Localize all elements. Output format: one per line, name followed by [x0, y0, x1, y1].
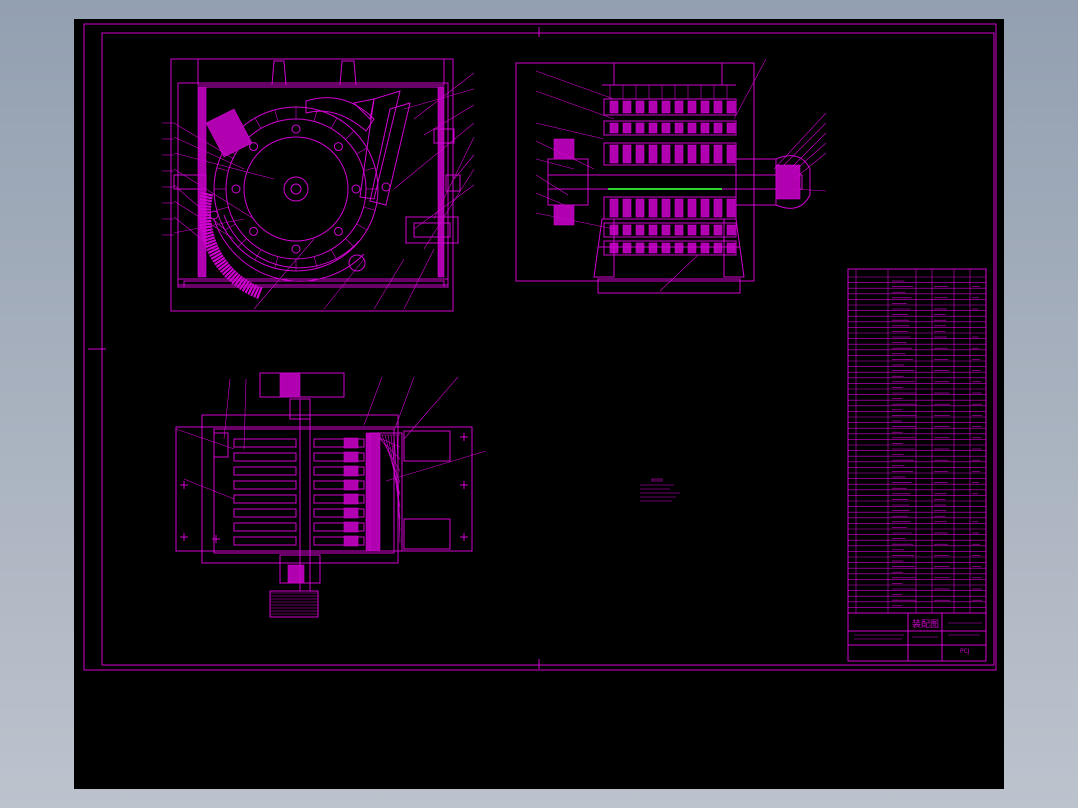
- technical-notes: [640, 478, 680, 502]
- title-block: 装配图 PCJ: [847, 612, 987, 662]
- assembly-title: 装配图: [912, 618, 939, 630]
- parts-list-table: [847, 268, 987, 662]
- side-section-view: [515, 58, 827, 294]
- top-view: [175, 372, 487, 618]
- front-section-view: [162, 58, 475, 312]
- cad-drawing: 装配图 PCJ: [83, 23, 997, 671]
- drawing-sheet: 装配图 PCJ: [74, 19, 1004, 789]
- drawing-code: PCJ: [960, 648, 970, 655]
